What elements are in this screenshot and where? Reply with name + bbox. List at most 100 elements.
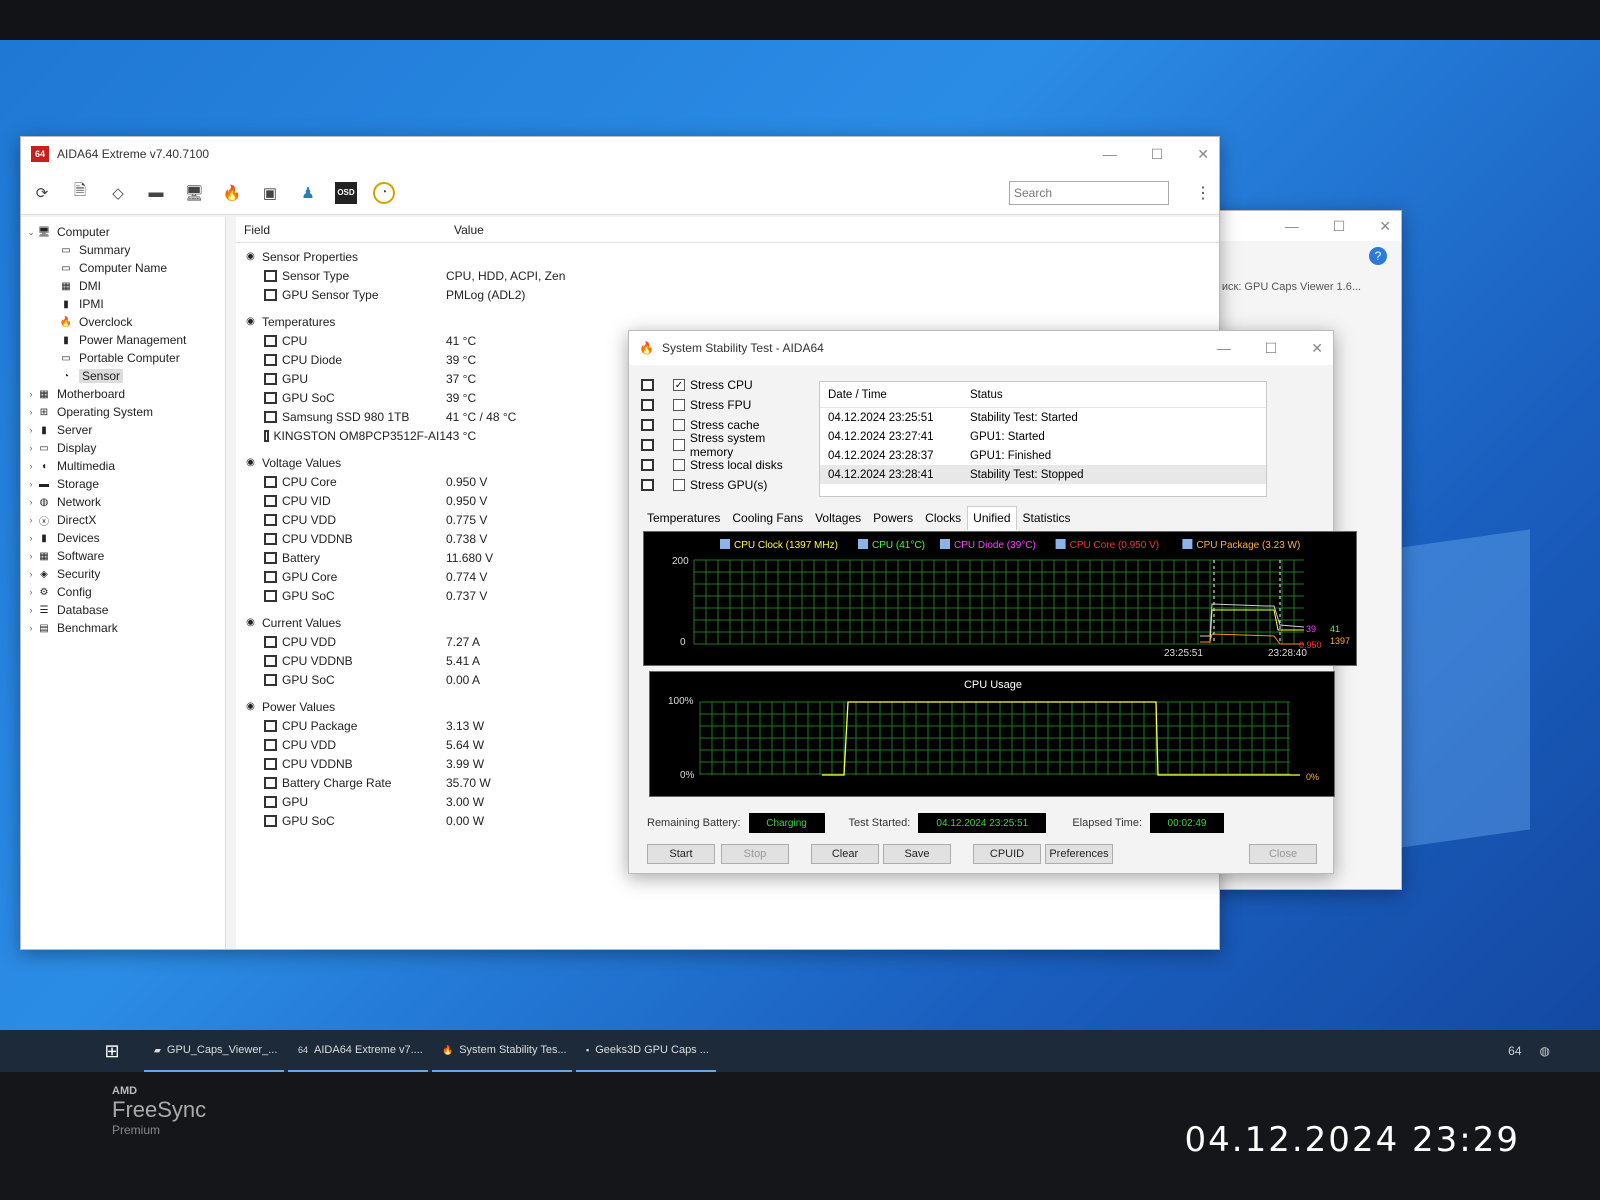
- tree-item[interactable]: ▮ IPMI: [21, 295, 225, 313]
- gauge-icon[interactable]: ◔: [373, 181, 395, 204]
- tab-unified[interactable]: Unified: [967, 506, 1017, 530]
- memory-icon[interactable]: ▬: [145, 182, 167, 204]
- user-icon[interactable]: ♟: [297, 182, 319, 204]
- tree-item[interactable]: › ⓧ DirectX: [21, 511, 225, 529]
- field-column-header[interactable]: Field: [236, 223, 446, 237]
- chevron-right-icon[interactable]: ›: [25, 569, 37, 579]
- report-icon[interactable]: 🗎: [69, 182, 91, 204]
- tree-item[interactable]: › ◍ Network: [21, 493, 225, 511]
- sst-window-controls[interactable]: — ☐ ✕: [1217, 340, 1323, 357]
- bios-update-icon[interactable]: ◇: [107, 182, 129, 204]
- preferences-button[interactable]: Preferences: [1045, 844, 1113, 864]
- value-column-header[interactable]: Value: [446, 223, 484, 237]
- close-button[interactable]: ✕: [1197, 146, 1209, 163]
- clear-button[interactable]: Clear: [811, 844, 879, 864]
- log-row[interactable]: 04.12.2024 23:28:37 GPU1: Finished: [820, 446, 1266, 465]
- tab-temperatures[interactable]: Temperatures: [641, 506, 726, 530]
- tree-item[interactable]: › ⚙ Config: [21, 583, 225, 601]
- sst-maximize-button[interactable]: ☐: [1265, 340, 1278, 357]
- sst-minimize-button[interactable]: —: [1217, 340, 1231, 357]
- log-status-header[interactable]: Status: [970, 389, 1003, 401]
- tree-item[interactable]: › ▭ Display: [21, 439, 225, 457]
- tree-item[interactable]: › ⊞ Operating System: [21, 403, 225, 421]
- start-menu-icon[interactable]: ⊞: [80, 1030, 144, 1072]
- sensor-group[interactable]: ◉ Sensor Properties: [236, 247, 1219, 266]
- chevron-right-icon[interactable]: ›: [25, 605, 37, 615]
- sensor-row[interactable]: Sensor Type CPU, HDD, ACPI, Zen: [236, 266, 1219, 285]
- help-icon[interactable]: ?: [1369, 247, 1387, 265]
- chevron-right-icon[interactable]: ›: [25, 533, 37, 543]
- tab-voltages[interactable]: Voltages: [809, 506, 867, 530]
- search-input[interactable]: Search: [1009, 180, 1169, 205]
- tree-item[interactable]: ◔ Sensor: [21, 367, 225, 385]
- log-row[interactable]: 04.12.2024 23:28:41 Stability Test: Stopp…: [820, 465, 1266, 484]
- menu-kebab-icon[interactable]: ⋮: [1195, 183, 1211, 203]
- legend-checkbox[interactable]: [940, 539, 950, 549]
- save-button[interactable]: Save: [883, 844, 951, 864]
- tree-item[interactable]: › ▦ Software: [21, 547, 225, 565]
- back-window-controls[interactable]: — ☐ ✕: [1285, 218, 1391, 235]
- tab-cooling-fans[interactable]: Cooling Fans: [726, 506, 809, 530]
- start-button[interactable]: Start: [647, 844, 715, 864]
- taskbar-app[interactable]: 🔥 System Stability Tes...: [432, 1030, 572, 1072]
- stress-checkbox[interactable]: ✓: [673, 379, 685, 391]
- tree-item[interactable]: › ▤ Benchmark: [21, 619, 225, 637]
- tab-clocks[interactable]: Clocks: [919, 506, 967, 530]
- chevron-right-icon[interactable]: ›: [25, 407, 37, 417]
- legend-checkbox[interactable]: [720, 539, 730, 549]
- tray-network-icon[interactable]: ◍: [1540, 1044, 1550, 1058]
- tree-item[interactable]: ⌄ 🖥 Computer: [21, 223, 225, 241]
- cpuid-button[interactable]: CPUID: [973, 844, 1041, 864]
- tree-item[interactable]: ▭ Summary: [21, 241, 225, 259]
- back-window-search[interactable]: иск: GPU Caps Viewer 1.6...: [1222, 281, 1361, 293]
- chevron-right-icon[interactable]: ›: [25, 515, 37, 525]
- sensor-row[interactable]: GPU Sensor Type PMLog (ADL2): [236, 285, 1219, 304]
- log-row[interactable]: 04.12.2024 23:27:41 GPU1: Started: [820, 427, 1266, 446]
- tab-powers[interactable]: Powers: [867, 506, 919, 530]
- stability-test-icon[interactable]: 🔥: [221, 182, 243, 204]
- tray-aida-icon[interactable]: 64: [1508, 1044, 1521, 1058]
- taskbar-app[interactable]: 64 AIDA64 Extreme v7....: [288, 1030, 428, 1072]
- close-button[interactable]: Close: [1249, 844, 1317, 864]
- tree-item[interactable]: 🔥 Overclock: [21, 313, 225, 331]
- minimize-button[interactable]: —: [1103, 146, 1117, 163]
- main-titlebar[interactable]: 64 AIDA64 Extreme v7.40.7100 — ☐ ✕: [21, 137, 1219, 171]
- chevron-right-icon[interactable]: ›: [25, 479, 37, 489]
- stop-button[interactable]: Stop: [721, 844, 789, 864]
- tree-item[interactable]: › ☰ Database: [21, 601, 225, 619]
- stress-checkbox[interactable]: [672, 439, 685, 451]
- refresh-icon[interactable]: ⟳: [31, 182, 53, 204]
- tree-item[interactable]: › ▬ Storage: [21, 475, 225, 493]
- legend-checkbox[interactable]: [1182, 539, 1193, 549]
- sst-close-x-button[interactable]: ✕: [1311, 340, 1323, 357]
- log-date-header[interactable]: Date / Time: [820, 389, 970, 401]
- taskbar-app[interactable]: ▪ Geeks3D GPU Caps ...: [576, 1030, 716, 1072]
- stress-checkbox[interactable]: [673, 459, 685, 471]
- log-row[interactable]: 04.12.2024 23:25:51 Stability Test: Start…: [820, 408, 1266, 427]
- tree-item[interactable]: › ▦ Motherboard: [21, 385, 225, 403]
- maximize-button[interactable]: ☐: [1151, 146, 1164, 163]
- sst-titlebar[interactable]: 🔥 System Stability Test - AIDA64 — ☐ ✕: [629, 331, 1333, 365]
- tree-item[interactable]: ▮ Power Management: [21, 331, 225, 349]
- stress-option[interactable]: Stress system memory: [641, 431, 811, 459]
- cpuid-icon[interactable]: ▣: [259, 182, 281, 204]
- stress-checkbox[interactable]: [673, 479, 685, 491]
- stress-option[interactable]: Stress FPU: [641, 395, 811, 415]
- chevron-right-icon[interactable]: ›: [25, 623, 37, 633]
- network-audit-icon[interactable]: 🖥: [183, 182, 205, 204]
- chevron-right-icon[interactable]: ›: [25, 443, 37, 453]
- tab-statistics[interactable]: Statistics: [1017, 506, 1077, 530]
- legend-checkbox[interactable]: [1055, 539, 1066, 549]
- tree-item[interactable]: › ◖ Multimedia: [21, 457, 225, 475]
- tree-item[interactable]: ▭ Computer Name: [21, 259, 225, 277]
- stress-checkbox[interactable]: [673, 419, 685, 431]
- legend-checkbox[interactable]: [858, 539, 868, 549]
- chevron-right-icon[interactable]: ›: [25, 425, 37, 435]
- tree-item[interactable]: › ▮ Server: [21, 421, 225, 439]
- stress-option[interactable]: Stress GPU(s): [641, 475, 811, 495]
- taskbar-app[interactable]: ▰ GPU_Caps_Viewer_...: [144, 1030, 284, 1072]
- tree-item[interactable]: › ◈ Security: [21, 565, 225, 583]
- main-window-controls[interactable]: — ☐ ✕: [1103, 146, 1209, 163]
- sensor-group[interactable]: ◉ Temperatures: [236, 312, 1219, 331]
- chevron-right-icon[interactable]: ›: [25, 461, 37, 471]
